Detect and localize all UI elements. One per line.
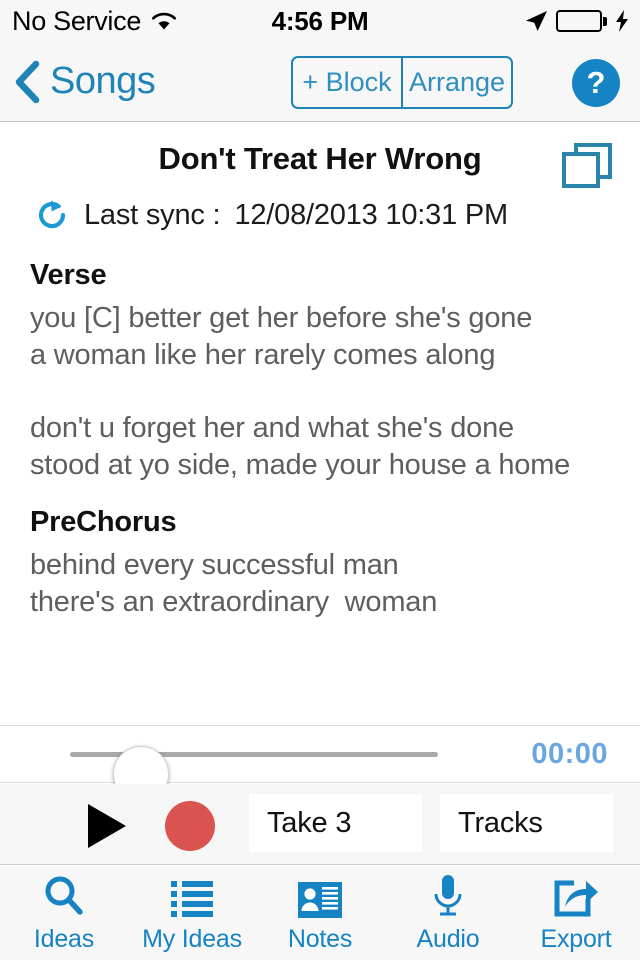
tab-notes-label: Notes <box>287 924 353 953</box>
add-block-button[interactable]: + Block <box>293 58 401 107</box>
last-sync-row: Last sync : 12/08/2013 10:31 PM <box>34 197 640 233</box>
tab-bar: Ideas My Ideas Notes Audio Export <box>0 866 640 960</box>
microphone-icon <box>428 873 468 919</box>
playback-scrubber[interactable]: 00:00 <box>0 725 640 802</box>
tab-ideas[interactable]: Ideas <box>0 866 128 960</box>
app-root: No Service 4:56 PM Songs + Block Arrange… <box>0 0 640 960</box>
search-icon <box>41 873 87 919</box>
transport-toolbar: Take 3 Tracks <box>0 784 640 865</box>
back-button-label: Songs <box>50 60 156 102</box>
tab-my-ideas[interactable]: My Ideas <box>128 866 256 960</box>
list-icon <box>169 873 215 919</box>
status-bar-right <box>523 8 630 34</box>
tracks-button[interactable]: Tracks <box>440 794 613 852</box>
share-export-icon <box>552 873 600 919</box>
nav-bar: Songs + Block Arrange ? <box>0 42 640 122</box>
arrange-button[interactable]: Arrange <box>401 58 511 107</box>
tab-export[interactable]: Export <box>512 866 640 960</box>
lightning-bolt-icon <box>614 9 630 33</box>
play-icon[interactable] <box>88 804 126 848</box>
tab-audio-label: Audio <box>416 924 480 953</box>
tab-ideas-label: Ideas <box>33 924 95 953</box>
section-body-verse: you [C] better get her before she's gone… <box>30 302 571 482</box>
take-button[interactable]: Take 3 <box>249 794 422 852</box>
refresh-sync-icon[interactable] <box>34 197 70 233</box>
segmented-control: + Block Arrange <box>291 56 513 109</box>
playback-time: 00:00 <box>531 738 608 770</box>
page-title: Don't Treat Her Wrong <box>158 141 482 176</box>
copy-pages-icon[interactable] <box>560 141 616 189</box>
section-body-prechorus: behind every successful man there's an e… <box>30 549 438 618</box>
lyrics-area[interactable]: Verse you [C] better get her before she'… <box>30 259 610 621</box>
last-sync-value: 12/08/2013 10:31 PM <box>234 198 508 231</box>
contact-card-icon <box>297 873 343 919</box>
section-heading-prechorus: PreChorus <box>30 506 177 539</box>
battery-full-icon <box>556 10 607 32</box>
tab-export-label: Export <box>540 924 612 953</box>
help-button[interactable]: ? <box>572 59 620 107</box>
song-content: Don't Treat Her Wrong Last sync : 12/08/… <box>0 123 640 725</box>
location-arrow-icon <box>523 8 549 34</box>
help-button-label: ? <box>586 65 606 100</box>
chevron-left-icon <box>14 60 40 104</box>
record-icon[interactable] <box>165 801 215 851</box>
section-heading-verse: Verse <box>30 259 107 291</box>
scrubber-track[interactable] <box>70 746 438 802</box>
back-button[interactable]: Songs <box>14 60 156 104</box>
tab-notes[interactable]: Notes <box>256 866 384 960</box>
tab-audio[interactable]: Audio <box>384 866 512 960</box>
tab-my-ideas-label: My Ideas <box>142 924 242 953</box>
status-bar: No Service 4:56 PM <box>0 0 640 42</box>
last-sync-label: Last sync : <box>84 198 221 231</box>
